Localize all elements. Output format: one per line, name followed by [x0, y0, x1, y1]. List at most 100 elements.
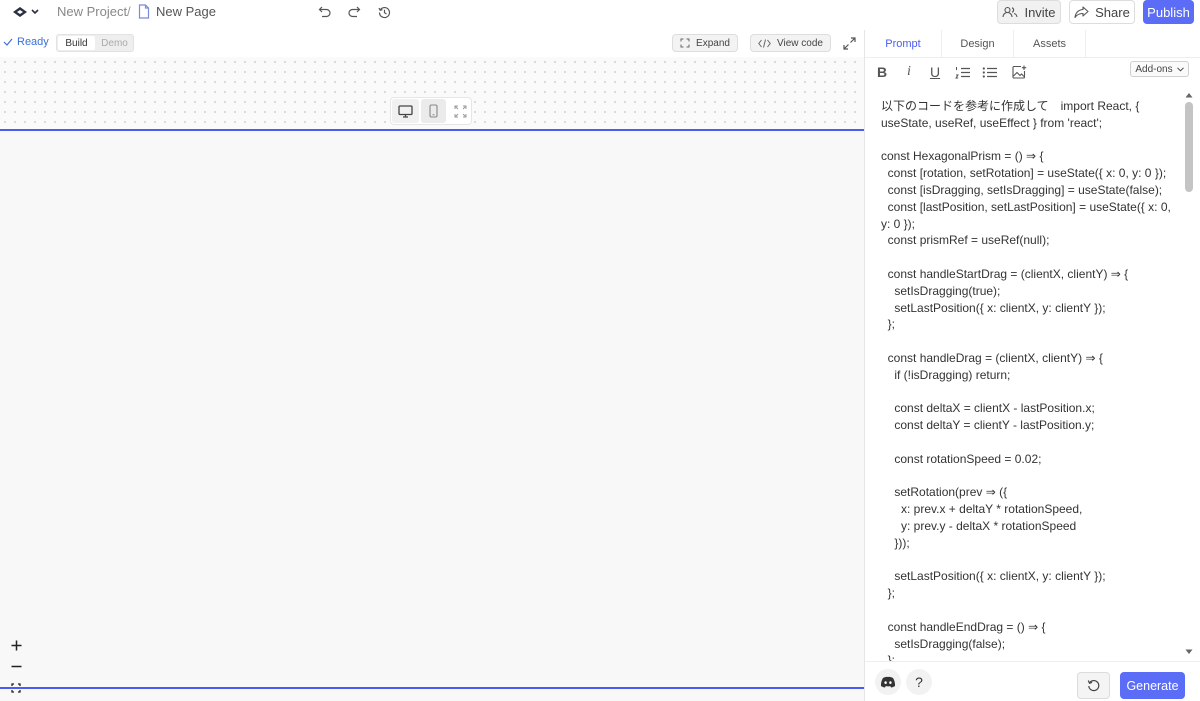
- underline-icon: U: [929, 64, 941, 80]
- underline-button[interactable]: U: [927, 63, 943, 81]
- view-code-button[interactable]: View code: [750, 34, 831, 52]
- prompt-line: const handleDrag = (clientX, clientY) ⇒ …: [881, 350, 1103, 365]
- code-icon: [758, 38, 771, 48]
- prompt-line: x: prev.x + deltaY * rotationSpeed,: [881, 502, 1083, 517]
- mode-build-label: Build: [65, 37, 88, 49]
- ordered-list-button[interactable]: [954, 63, 972, 81]
- fit-screen-icon: [454, 105, 466, 117]
- mode-demo-label: Demo: [101, 37, 128, 49]
- prompt-line: setIsDragging(false);: [881, 636, 1006, 651]
- bold-icon: B: [876, 64, 888, 80]
- publish-button[interactable]: Publish: [1143, 0, 1194, 24]
- scroll-up-arrow-icon[interactable]: [1185, 92, 1193, 98]
- prompt-line: 以下のコードを参考に作成して import React, { useState,…: [881, 99, 1143, 130]
- help-icon: ?: [915, 674, 923, 690]
- bullet-list-button[interactable]: [981, 63, 999, 81]
- tab-assets[interactable]: Assets: [1014, 30, 1086, 58]
- plus-icon: [11, 640, 21, 650]
- fit-icon: [11, 683, 21, 693]
- status-indicator: Ready: [3, 36, 49, 48]
- prompt-panel: Prompt Design Assets B i U Add-ons 以下のコー…: [864, 30, 1200, 701]
- prompt-line: const handleEndDrag = () ⇒ {: [881, 619, 1046, 634]
- reset-button[interactable]: [1077, 672, 1110, 699]
- fullscreen-button[interactable]: [841, 35, 857, 51]
- minus-icon: [11, 665, 21, 667]
- scroll-down-arrow-icon[interactable]: [1185, 649, 1193, 655]
- format-toolbar: B i U Add-ons: [865, 60, 1200, 86]
- invite-button[interactable]: Invite: [997, 0, 1061, 24]
- addons-dropdown[interactable]: Add-ons: [1130, 61, 1189, 77]
- insert-image-button[interactable]: [1010, 63, 1028, 81]
- tab-design[interactable]: Design: [942, 30, 1014, 58]
- expand-icon: [680, 38, 690, 48]
- zoom-fit-button[interactable]: [5, 678, 27, 698]
- share-label: Share: [1095, 4, 1130, 20]
- tab-prompt[interactable]: Prompt: [865, 30, 942, 58]
- expand-button[interactable]: Expand: [672, 34, 738, 52]
- page-icon: [138, 4, 150, 19]
- generate-button[interactable]: Generate: [1120, 672, 1185, 699]
- prompt-line: const prismRef = useRef(null);: [881, 233, 1050, 248]
- prompt-line: [881, 333, 1181, 350]
- panel-footer: ? Generate: [865, 661, 1200, 701]
- tab-prompt-label: Prompt: [885, 38, 921, 50]
- invite-label: Invite: [1024, 4, 1056, 20]
- panel-tabs: Prompt Design Assets: [865, 30, 1200, 58]
- discord-icon: [880, 676, 896, 688]
- canvas-bottom-boundary: [0, 687, 864, 689]
- redo-icon: [348, 6, 361, 18]
- italic-button[interactable]: i: [901, 63, 917, 81]
- prompt-line: [881, 468, 1181, 485]
- prompt-scrollbar[interactable]: [1183, 90, 1195, 658]
- page-name[interactable]: New Page: [156, 4, 216, 19]
- logo-icon: [13, 7, 39, 17]
- bold-button[interactable]: B: [874, 63, 890, 81]
- prompt-line: const deltaY = clientY - lastPosition.y;: [881, 418, 1095, 433]
- help-button[interactable]: ?: [906, 669, 932, 695]
- mobile-view-button[interactable]: [421, 99, 446, 123]
- prompt-line: setRotation(prev ⇒ ({: [881, 485, 1008, 500]
- undo-button[interactable]: [316, 4, 334, 20]
- refresh-icon: [1087, 679, 1100, 692]
- mode-build-button[interactable]: Build: [58, 36, 95, 50]
- bullet-list-icon: [982, 66, 997, 78]
- scrollbar-thumb[interactable]: [1185, 102, 1193, 192]
- prompt-line: const rotationSpeed = 0.02;: [881, 451, 1042, 466]
- phone-icon: [429, 104, 438, 118]
- discord-button[interactable]: [875, 669, 901, 695]
- prompt-line: y: prev.y - deltaX * rotationSpeed: [881, 518, 1077, 533]
- expand-label: Expand: [696, 37, 730, 49]
- add-image-icon: [1011, 65, 1026, 79]
- chevron-down-icon: [1176, 66, 1184, 72]
- prompt-line: const [lastPosition, setLastPosition] = …: [881, 199, 1175, 231]
- prompt-line: const [isDragging, setIsDragging] = useS…: [881, 182, 1163, 197]
- app-logo-menu[interactable]: [10, 3, 42, 21]
- check-icon: [3, 38, 13, 46]
- history-icon: [377, 6, 390, 18]
- generate-label: Generate: [1126, 678, 1179, 693]
- desktop-view-button[interactable]: [392, 99, 419, 123]
- redo-button[interactable]: [345, 4, 363, 20]
- italic-icon: i: [907, 64, 911, 79]
- canvas-top-boundary: [0, 129, 864, 131]
- status-text: Ready: [17, 36, 49, 48]
- mode-demo-button[interactable]: Demo: [96, 36, 133, 50]
- design-canvas[interactable]: [0, 57, 864, 701]
- share-button[interactable]: Share: [1069, 0, 1135, 24]
- breadcrumb-separator: /: [127, 4, 131, 19]
- history-button[interactable]: [375, 4, 393, 20]
- zoom-out-button[interactable]: [5, 656, 27, 676]
- ordered-list-icon: [955, 66, 970, 78]
- prompt-line: setLastPosition({ x: clientX, y: clientY…: [881, 300, 1106, 315]
- users-icon: [1002, 6, 1019, 18]
- prompt-line: };: [881, 317, 896, 332]
- prompt-line: [881, 434, 1181, 451]
- fit-view-button[interactable]: [448, 99, 472, 123]
- project-name[interactable]: New Project: [57, 4, 127, 19]
- mode-toggle: Build Demo: [56, 34, 134, 52]
- zoom-in-button[interactable]: [5, 635, 27, 655]
- prompt-line: [881, 249, 1181, 266]
- prompt-line: setIsDragging(true);: [881, 283, 1001, 298]
- monitor-icon: [398, 104, 413, 118]
- prompt-textarea[interactable]: 以下のコードを参考に作成して import React, { useState,…: [881, 98, 1181, 662]
